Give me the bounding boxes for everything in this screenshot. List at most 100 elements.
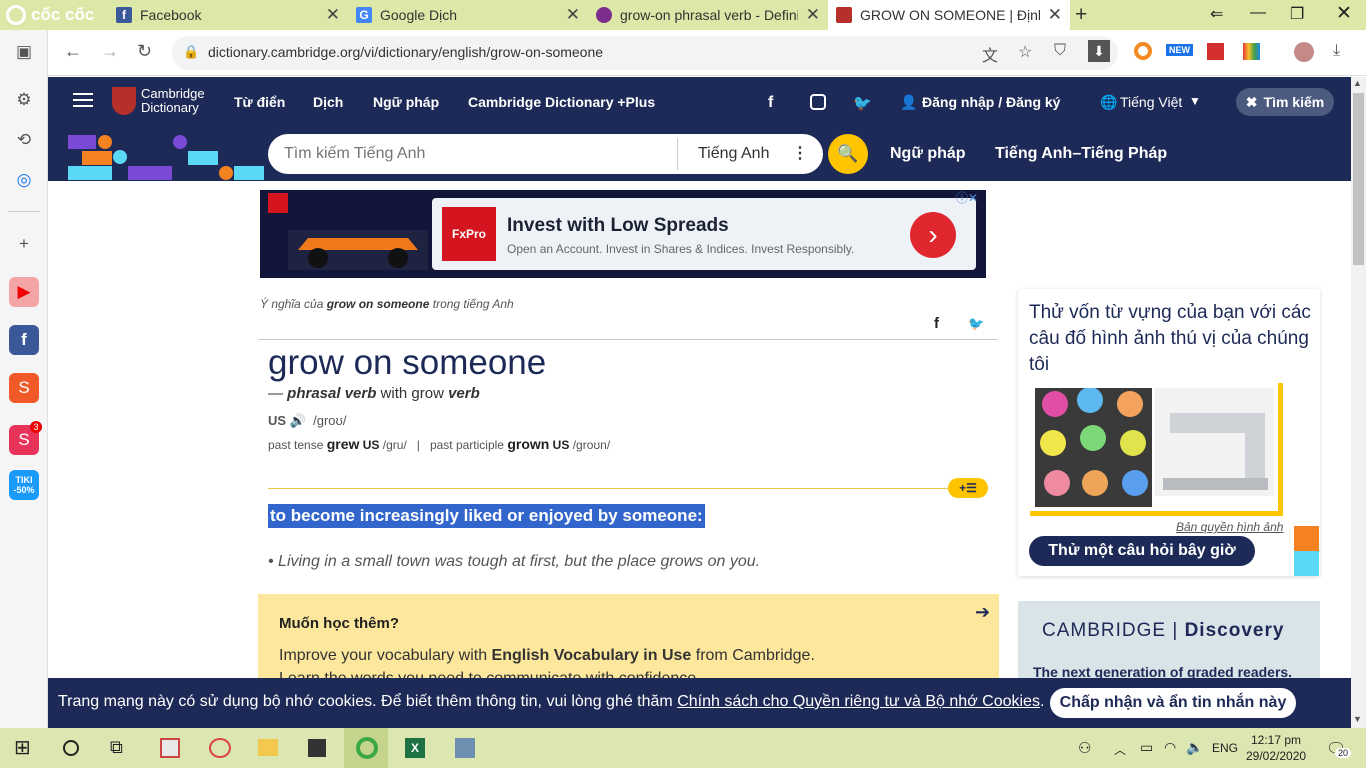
app-icon[interactable]	[160, 738, 180, 758]
sticky-notes-icon[interactable]	[308, 739, 326, 757]
download-arrow-icon[interactable]: ⤓	[1333, 42, 1340, 60]
task-view-icon[interactable]: ⧉	[110, 737, 123, 758]
excel-icon[interactable]: X	[405, 738, 425, 758]
divider	[8, 211, 40, 212]
arrow-right-icon[interactable]: ➔	[975, 602, 990, 623]
twitter-share-icon[interactable]: 🐦	[968, 316, 984, 332]
tab-facebook[interactable]: f Facebook ✕	[108, 0, 348, 30]
nav-dictionary[interactable]: Từ điển	[234, 94, 285, 110]
clock[interactable]: 12:17 pm 29/02/2020	[1246, 732, 1306, 764]
ad-arrow-button[interactable]: ›	[910, 212, 956, 258]
tab-cambridge[interactable]: GROW ON SOMEONE | Định n ✕	[828, 0, 1070, 30]
chevron-up-icon[interactable]: ︿	[1114, 741, 1126, 758]
new-badge[interactable]: NEW	[1166, 44, 1193, 56]
url-text[interactable]: dictionary.cambridge.org/vi/dictionary/e…	[208, 44, 603, 60]
nav-translate[interactable]: Dịch	[313, 94, 343, 110]
learn-more-text: Improve your vocabulary with English Voc…	[279, 647, 815, 664]
add-to-list-button[interactable]: +☰	[948, 478, 988, 498]
sidebar-toggle-icon[interactable]: ▣	[9, 37, 39, 67]
lock-icon[interactable]: 🔒	[183, 44, 199, 60]
minimize-button[interactable]: —	[1250, 4, 1266, 22]
search-input[interactable]	[284, 145, 664, 163]
more-options-icon[interactable]: ⋮	[792, 143, 808, 163]
gear-icon[interactable]: ⚙	[9, 85, 39, 115]
youtube-icon[interactable]: ▶	[9, 277, 39, 307]
close-icon[interactable]: ✕	[566, 5, 580, 25]
language-select[interactable]: Tiếng Việt	[1120, 94, 1182, 110]
app-icon-2[interactable]	[455, 738, 475, 758]
avatar[interactable]	[1294, 42, 1314, 62]
close-icon[interactable]: ✕	[1048, 5, 1062, 25]
image-copyright-link[interactable]: Bản quyền hình ảnh	[1176, 520, 1283, 534]
windows-start-icon[interactable]: ⊞	[14, 735, 31, 760]
nav-grammar[interactable]: Ngữ pháp	[373, 94, 439, 110]
shopee-icon[interactable]: S	[9, 373, 39, 403]
tab-phrasal-verb[interactable]: grow-on phrasal verb - Defini ✕	[588, 0, 828, 30]
taskbar	[0, 728, 1366, 768]
file-explorer-icon[interactable]	[258, 739, 278, 756]
coccoc-taskbar-icon[interactable]	[356, 737, 378, 759]
messenger-icon[interactable]: ◎	[9, 165, 39, 195]
coccoc-logo[interactable]: cốc cốc	[6, 4, 106, 26]
search-toggle-button[interactable]: ✖ Tìm kiếm	[1236, 88, 1334, 116]
scroll-down-icon[interactable]: ▼	[1353, 714, 1362, 724]
meaning-caption: Ý nghĩa của grow on someone trong tiếng …	[260, 297, 514, 311]
maximize-button[interactable]: ❐	[1290, 4, 1304, 24]
speaker-icon[interactable]: 🔊	[290, 413, 306, 428]
cambridge-icon	[836, 7, 852, 23]
search-button[interactable]: 🔍	[828, 134, 868, 174]
reload-button[interactable]: ↻	[137, 41, 152, 62]
wifi-icon[interactable]: ◠	[1164, 739, 1176, 756]
cortana-icon[interactable]	[63, 740, 79, 756]
input-language[interactable]: ENG	[1212, 741, 1238, 755]
ad-info-icon[interactable]: ⓘ✕	[956, 189, 978, 206]
add-icon[interactable]: +	[9, 229, 39, 259]
facebook-share-icon[interactable]: f	[934, 315, 939, 332]
battery-icon[interactable]: ▭	[1140, 739, 1153, 756]
pin-icon[interactable]: ⇐	[1210, 4, 1223, 24]
translate-icon[interactable]: 文	[982, 42, 998, 66]
scroll-up-icon[interactable]: ▲	[1353, 78, 1362, 88]
chevron-down-icon[interactable]: ▼	[1189, 94, 1201, 108]
shield-icon[interactable]: ⛉	[1054, 42, 1066, 60]
login-link[interactable]: Đăng nhập / Đăng ký	[922, 94, 1060, 110]
tab-google-translate[interactable]: G Google Dịch ✕	[348, 0, 588, 30]
user-icon[interactable]: 👤	[900, 94, 917, 111]
new-tab-button[interactable]: +	[1075, 3, 1087, 27]
facebook-share-icon[interactable]: f	[768, 94, 773, 112]
fxpro-logo: FxPro	[442, 207, 496, 261]
twitter-icon[interactable]: 🐦	[853, 94, 872, 112]
example-sentence: • Living in a small town was tough at fi…	[268, 553, 761, 570]
close-icon[interactable]: ✕	[326, 5, 340, 25]
instagram-icon[interactable]	[810, 94, 826, 110]
cambridge-dictionary-logo[interactable]: Cambridge Dictionary	[112, 87, 205, 115]
nav-plus[interactable]: Cambridge Dictionary +Plus	[468, 94, 655, 110]
ext-red-icon[interactable]	[1207, 43, 1224, 60]
accept-cookies-button[interactable]: Chấp nhận và ẩn tin nhắn này	[1050, 688, 1296, 718]
decorative-block	[1294, 551, 1319, 576]
ad-subtitle: Open an Account. Invest in Shares & Indi…	[507, 242, 855, 256]
subnav-english-french[interactable]: Tiếng Anh–Tiếng Pháp	[995, 145, 1167, 163]
star-icon[interactable]: ☆	[1018, 42, 1032, 62]
people-icon[interactable]: ⚇	[1078, 739, 1091, 757]
hamburger-menu-icon[interactable]	[73, 93, 93, 107]
close-icon[interactable]: ✕	[806, 5, 820, 25]
tiki-icon[interactable]: TIKI -50%	[9, 470, 39, 500]
globe-icon[interactable]: 🌐	[1100, 94, 1117, 111]
paint-app-icon[interactable]	[209, 738, 231, 758]
subnav-grammar[interactable]: Ngữ pháp	[890, 145, 966, 163]
volume-icon[interactable]: 🔈	[1186, 739, 1203, 756]
back-button[interactable]: ←	[64, 41, 82, 62]
history-icon[interactable]: ⟲	[9, 125, 39, 155]
try-quiz-button[interactable]: Thử một câu hỏi bây giờ	[1029, 536, 1255, 566]
facebook-sidebar-icon[interactable]: f	[9, 325, 39, 355]
close-window-button[interactable]: ✕	[1336, 2, 1352, 25]
dictionary-select[interactable]: Tiếng Anh	[698, 145, 769, 163]
download-icon[interactable]: ⬇	[1088, 40, 1110, 62]
chrome-ext-icon[interactable]	[1134, 42, 1152, 60]
ad-title[interactable]: Invest with Low Spreads	[507, 215, 729, 237]
forward-button[interactable]: →	[101, 41, 119, 62]
ext-color-icon[interactable]	[1243, 43, 1260, 60]
scrollbar-thumb[interactable]	[1353, 93, 1364, 265]
privacy-policy-link[interactable]: Chính sách cho Quyền riêng tư và Bộ nhớ …	[677, 693, 1040, 710]
